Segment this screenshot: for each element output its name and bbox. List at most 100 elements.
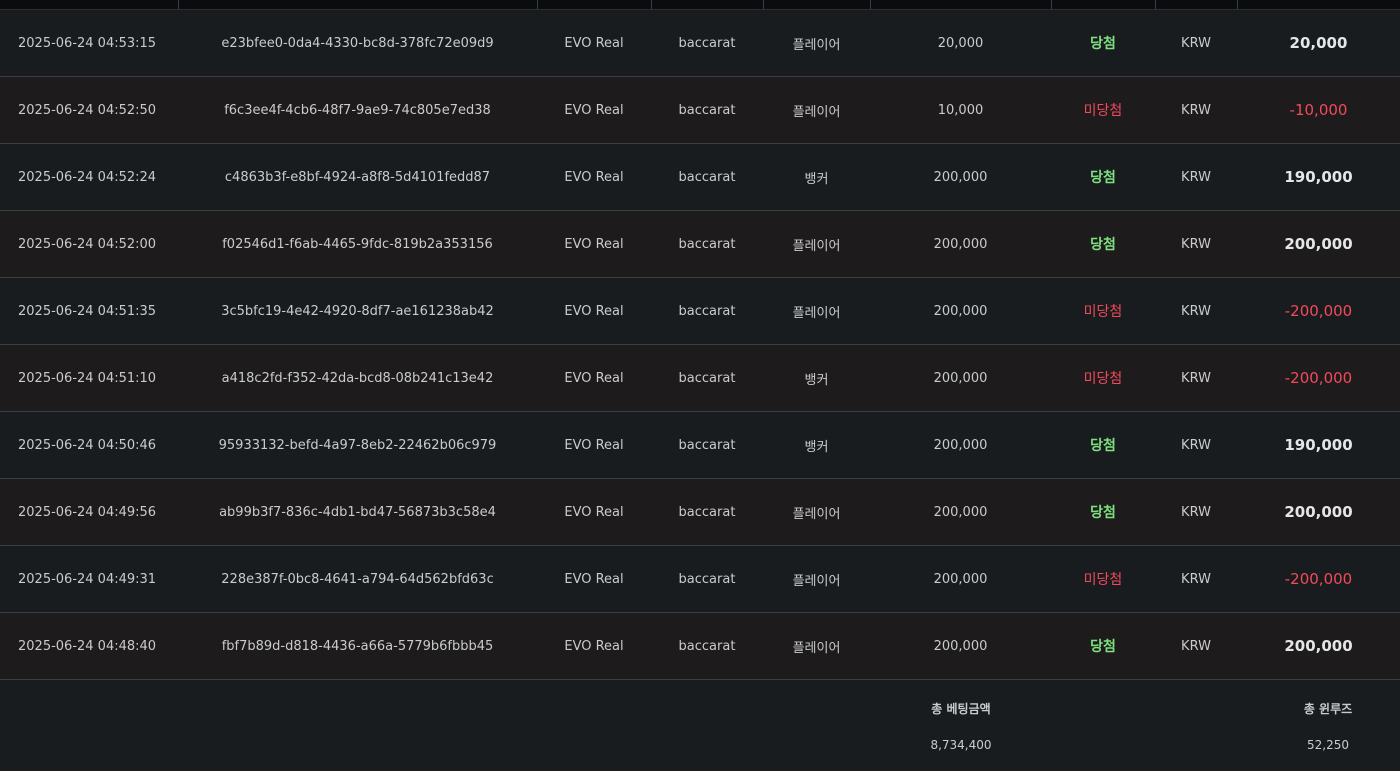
bet-time-cell: 2025-06-24 04:51:35 (0, 277, 178, 345)
header-divider (1051, 0, 1052, 9)
table-row: 2025-06-24 04:49:56 ab99b3f7-836c-4db1-bd… (0, 478, 1400, 546)
bet-amount-cell: 20,000 (870, 10, 1051, 77)
game-cell: baccarat (651, 143, 763, 211)
total-bet-value: 8,734,400 (930, 738, 992, 752)
vendor-cell: EVO Real (537, 10, 651, 77)
bet-id-cell: 95933132-befd-4a97-8eb2-22462b06c979 (178, 411, 537, 479)
game-cell: baccarat (651, 76, 763, 144)
winloss-amount-cell: -200,000 (1237, 545, 1400, 613)
bet-time-cell: 2025-06-24 04:52:50 (0, 76, 178, 144)
vendor-cell: EVO Real (537, 612, 651, 680)
game-cell: baccarat (651, 612, 763, 680)
result-status-cell: 당첨 (1051, 478, 1155, 546)
bet-time-cell: 2025-06-24 04:53:15 (0, 10, 178, 77)
header-divider (537, 0, 538, 9)
winloss-amount-cell: 200,000 (1237, 478, 1400, 546)
bet-amount-cell: 200,000 (870, 210, 1051, 278)
bet-id-cell: ab99b3f7-836c-4db1-bd47-56873b3c58e4 (178, 478, 537, 546)
result-status-cell: 미당첨 (1051, 277, 1155, 345)
table-row: 2025-06-24 04:52:24 c4863b3f-e8bf-4924-a8… (0, 143, 1400, 211)
result-status-cell: 미당첨 (1051, 76, 1155, 144)
total-winloss-label: 총 윈루즈 (1303, 702, 1353, 716)
bet-history-page: 2025-06-24 04:53:15 e23bfee0-0da4-4330-bc… (0, 0, 1400, 771)
vendor-cell: EVO Real (537, 210, 651, 278)
header-divider (763, 0, 764, 9)
result-status-cell: 당첨 (1051, 210, 1155, 278)
winloss-amount-cell: 190,000 (1237, 143, 1400, 211)
bet-id-cell: e23bfee0-0da4-4330-bc8d-378fc72e09d9 (178, 10, 537, 77)
pick-cell: 플레이어 (763, 210, 870, 278)
bet-history-table: 2025-06-24 04:53:15 e23bfee0-0da4-4330-bc… (0, 10, 1400, 680)
pick-cell: 뱅커 (763, 143, 870, 211)
winloss-amount-cell: 20,000 (1237, 10, 1400, 77)
bet-rows: 2025-06-24 04:53:15 e23bfee0-0da4-4330-bc… (0, 10, 1400, 680)
bet-amount-cell: 200,000 (870, 143, 1051, 211)
header-divider (870, 0, 871, 9)
currency-cell: KRW (1155, 10, 1237, 77)
bet-time-cell: 2025-06-24 04:48:40 (0, 612, 178, 680)
vendor-cell: EVO Real (537, 344, 651, 412)
bet-id-cell: 3c5bfc19-4e42-4920-8df7-ae161238ab42 (178, 277, 537, 345)
table-row: 2025-06-24 04:52:00 f02546d1-f6ab-4465-9f… (0, 210, 1400, 278)
vendor-cell: EVO Real (537, 478, 651, 546)
bet-amount-cell: 200,000 (870, 411, 1051, 479)
vendor-cell: EVO Real (537, 277, 651, 345)
result-status-cell: 당첨 (1051, 411, 1155, 479)
game-cell: baccarat (651, 545, 763, 613)
table-row: 2025-06-24 04:51:10 a418c2fd-f352-42da-bc… (0, 344, 1400, 412)
bet-time-cell: 2025-06-24 04:49:56 (0, 478, 178, 546)
bet-id-cell: fbf7b89d-d818-4436-a66a-5779b6fbbb45 (178, 612, 537, 680)
pick-cell: 플레이어 (763, 76, 870, 144)
bet-id-cell: f02546d1-f6ab-4465-9fdc-819b2a353156 (178, 210, 537, 278)
vendor-cell: EVO Real (537, 545, 651, 613)
bet-time-cell: 2025-06-24 04:52:00 (0, 210, 178, 278)
bet-amount-cell: 200,000 (870, 344, 1051, 412)
bet-amount-cell: 10,000 (870, 76, 1051, 144)
total-winloss-value: 52,250 (1307, 738, 1349, 752)
table-row: 2025-06-24 04:52:50 f6c3ee4f-4cb6-48f7-9a… (0, 76, 1400, 144)
result-status-cell: 미당첨 (1051, 344, 1155, 412)
bet-time-cell: 2025-06-24 04:50:46 (0, 411, 178, 479)
result-status-cell: 미당첨 (1051, 545, 1155, 613)
bet-id-cell: a418c2fd-f352-42da-bcd8-08b241c13e42 (178, 344, 537, 412)
bet-id-cell: f6c3ee4f-4cb6-48f7-9ae9-74c805e7ed38 (178, 76, 537, 144)
winloss-amount-cell: -200,000 (1237, 277, 1400, 345)
bet-amount-cell: 200,000 (870, 545, 1051, 613)
pick-cell: 플레이어 (763, 10, 870, 77)
vendor-cell: EVO Real (537, 411, 651, 479)
vendor-cell: EVO Real (537, 76, 651, 144)
pick-cell: 뱅커 (763, 411, 870, 479)
game-cell: baccarat (651, 277, 763, 345)
bet-time-cell: 2025-06-24 04:51:10 (0, 344, 178, 412)
table-row: 2025-06-24 04:49:31 228e387f-0bc8-4641-a7… (0, 545, 1400, 613)
header-divider (1155, 0, 1156, 9)
currency-cell: KRW (1155, 143, 1237, 211)
currency-cell: KRW (1155, 344, 1237, 412)
pick-cell: 플레이어 (763, 612, 870, 680)
bet-id-cell: c4863b3f-e8bf-4924-a8f8-5d4101fedd87 (178, 143, 537, 211)
currency-cell: KRW (1155, 210, 1237, 278)
game-cell: baccarat (651, 210, 763, 278)
totals-summary: 총 베팅금액 8,734,400 총 윈루즈 52,250 (0, 681, 1400, 771)
bet-amount-cell: 200,000 (870, 478, 1051, 546)
bet-amount-cell: 200,000 (870, 277, 1051, 345)
header-divider (178, 0, 179, 9)
currency-cell: KRW (1155, 478, 1237, 546)
header-divider (1237, 0, 1238, 9)
winloss-amount-cell: -200,000 (1237, 344, 1400, 412)
game-cell: baccarat (651, 478, 763, 546)
result-status-cell: 당첨 (1051, 612, 1155, 680)
currency-cell: KRW (1155, 411, 1237, 479)
result-status-cell: 당첨 (1051, 10, 1155, 77)
result-status-cell: 당첨 (1051, 143, 1155, 211)
currency-cell: KRW (1155, 76, 1237, 144)
game-cell: baccarat (651, 411, 763, 479)
table-header-strip (0, 0, 1400, 10)
game-cell: baccarat (651, 10, 763, 77)
table-row: 2025-06-24 04:50:46 95933132-befd-4a97-8e… (0, 411, 1400, 479)
table-row: 2025-06-24 04:51:35 3c5bfc19-4e42-4920-8d… (0, 277, 1400, 345)
table-row: 2025-06-24 04:53:15 e23bfee0-0da4-4330-bc… (0, 10, 1400, 77)
pick-cell: 플레이어 (763, 545, 870, 613)
table-row: 2025-06-24 04:48:40 fbf7b89d-d818-4436-a6… (0, 612, 1400, 680)
bet-id-cell: 228e387f-0bc8-4641-a794-64d562bfd63c (178, 545, 537, 613)
